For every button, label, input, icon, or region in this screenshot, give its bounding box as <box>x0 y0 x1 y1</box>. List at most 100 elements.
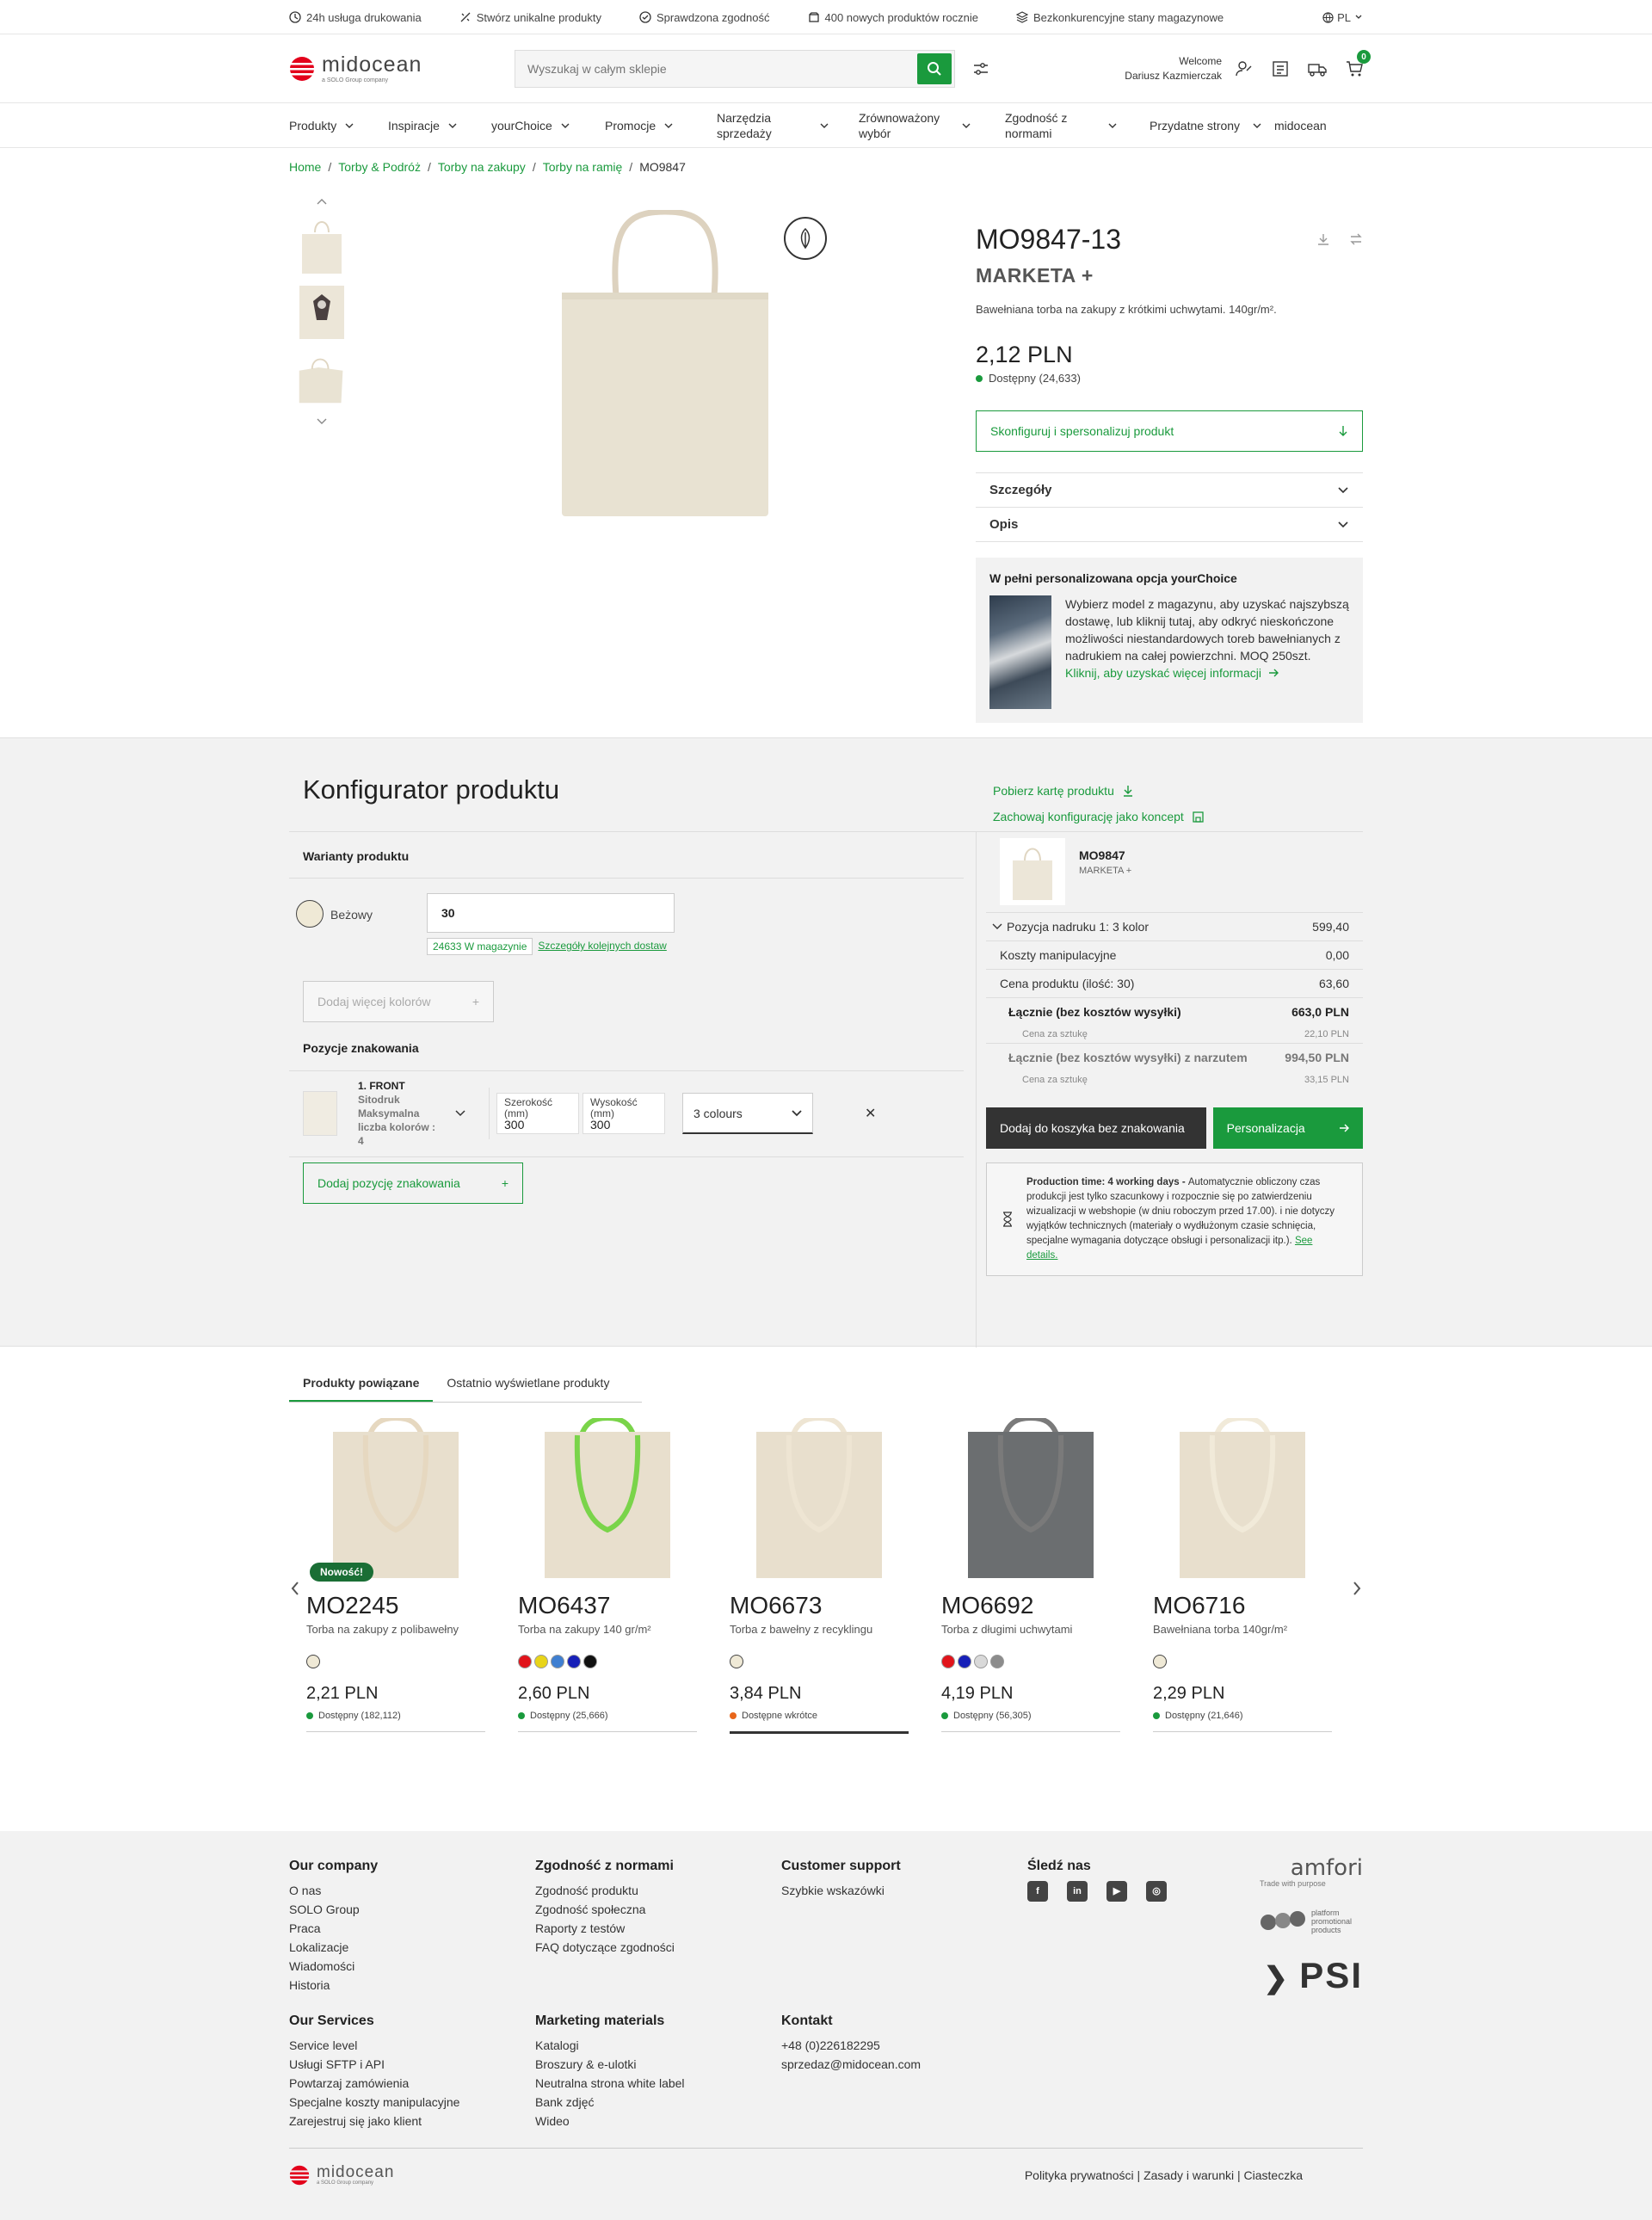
color-swatch[interactable] <box>296 900 324 928</box>
remove-position-button[interactable]: ✕ <box>865 1105 876 1122</box>
nav-item[interactable]: Zrównoważony wybór <box>859 110 1005 141</box>
footer-link[interactable]: Powtarzaj zamówienia <box>289 2074 459 2093</box>
product-card-image[interactable] <box>306 1418 485 1582</box>
footer-link[interactable]: Wiadomości <box>289 1957 378 1976</box>
product-card[interactable]: MO6437 Torba na zakupy 140 gr/m² 2,60 PLN D… <box>518 1418 697 1732</box>
linkedin-icon[interactable]: in <box>1067 1881 1088 1902</box>
product-main-image[interactable] <box>558 210 773 520</box>
search-input[interactable] <box>515 51 915 87</box>
footer-link[interactable]: Bank zdjęć <box>535 2093 685 2112</box>
add-to-cart-button[interactable]: Dodaj do koszyka bez znakowania <box>986 1107 1206 1149</box>
footer-link[interactable]: Specjalne koszty manipulacyjne <box>289 2093 459 2112</box>
user-icon[interactable] <box>1236 60 1253 77</box>
thumbnail[interactable] <box>296 282 348 342</box>
search-button[interactable] <box>917 53 952 84</box>
footer-link[interactable]: Praca <box>289 1919 378 1938</box>
breadcrumb-home[interactable]: Home <box>289 160 321 174</box>
compare-icon[interactable] <box>1349 232 1363 246</box>
accordion-details[interactable]: Szczegóły <box>976 473 1363 508</box>
carousel-next-button[interactable] <box>1351 1580 1363 1597</box>
footer-link[interactable]: +48 (0)226182295 <box>781 2036 921 2055</box>
product-card[interactable]: MO6692 Torba z długimi uchwytami 4,19 PLN D… <box>941 1418 1120 1732</box>
color-swatch[interactable] <box>567 1655 581 1668</box>
nav-item[interactable]: Promocje <box>605 118 717 133</box>
nav-item[interactable]: midocean <box>1274 118 1352 133</box>
save-concept-link[interactable]: Zachowaj konfigurację jako koncept <box>993 804 1204 829</box>
color-swatch[interactable] <box>958 1655 971 1668</box>
nav-item[interactable]: Inspiracje <box>388 118 491 133</box>
color-swatch[interactable] <box>730 1655 743 1668</box>
youtube-icon[interactable]: ▶ <box>1106 1881 1127 1902</box>
product-card-image[interactable] <box>730 1418 909 1582</box>
product-card[interactable]: Nowość! MO2245 Torba na zakupy z polibaweł… <box>306 1418 485 1732</box>
thumbnail[interactable] <box>296 349 348 410</box>
nav-item[interactable]: Narzędzia sprzedaży <box>717 110 859 141</box>
nav-item[interactable]: Przydatne strony <box>1150 118 1274 133</box>
filter-button[interactable] <box>972 60 989 77</box>
breadcrumb-bags[interactable]: Torby & Podróż <box>338 160 421 174</box>
chevron-down-icon[interactable] <box>454 1109 466 1118</box>
footer-link[interactable]: Zarejestruj się jako klient <box>289 2112 459 2131</box>
add-colors-button[interactable]: Dodaj więcej kolorów + <box>303 981 494 1022</box>
footer-link[interactable]: Lokalizacje <box>289 1938 378 1957</box>
legal-links[interactable]: Polityka prywatności | Zasady i warunki … <box>1025 2168 1303 2182</box>
height-field[interactable]: Wysokość (mm) 300 <box>583 1093 665 1134</box>
product-card-image[interactable] <box>941 1418 1120 1582</box>
footer-link[interactable]: Usługi SFTP i API <box>289 2055 459 2074</box>
footer-logo[interactable]: midocean a SOLO Group company <box>289 2164 394 2186</box>
personalize-button[interactable]: Personalizacja <box>1212 1107 1363 1149</box>
color-swatch[interactable] <box>551 1655 564 1668</box>
nav-item[interactable]: Produkty <box>289 118 388 133</box>
footer-link[interactable]: Zgodność społeczna <box>535 1900 675 1919</box>
footer-link[interactable]: SOLO Group <box>289 1900 378 1919</box>
tab-recently-viewed[interactable]: Ostatnio wyświetlane produkty <box>433 1376 623 1402</box>
thumbnail[interactable] <box>296 215 348 275</box>
chevron-up-icon[interactable] <box>289 198 354 215</box>
footer-link[interactable]: Szybkie wskazówki <box>781 1881 901 1900</box>
footer-link[interactable]: Neutralna strona white label <box>535 2074 685 2093</box>
nav-item[interactable]: yourChoice <box>491 118 605 133</box>
yourchoice-link[interactable]: Kliknij, aby uzyskać więcej informacji <box>1065 664 1349 681</box>
add-position-button[interactable]: Dodaj pozycję znakowania + <box>303 1162 523 1204</box>
footer-link[interactable]: FAQ dotyczące zgodności <box>535 1938 675 1957</box>
footer-link[interactable]: Broszury & e-ulotki <box>535 2055 685 2074</box>
product-card[interactable]: MO6673 Torba z bawełny z recyklingu 3,84 P… <box>730 1418 909 1734</box>
color-swatch[interactable] <box>583 1655 597 1668</box>
logo[interactable]: midocean a SOLO Group company <box>289 54 515 83</box>
product-card-image[interactable] <box>518 1418 697 1582</box>
download-icon[interactable] <box>1316 232 1330 246</box>
footer-link[interactable]: sprzedaz@midocean.com <box>781 2055 921 2074</box>
colours-select[interactable]: 3 colours <box>682 1093 813 1134</box>
delivery-details-link[interactable]: Szczegóły kolejnych dostaw <box>538 938 666 955</box>
color-swatch[interactable] <box>941 1655 955 1668</box>
truck-icon[interactable] <box>1308 60 1327 77</box>
configure-button[interactable]: Skonfiguruj i spersonalizuj produkt <box>976 410 1363 452</box>
color-swatch[interactable] <box>534 1655 548 1668</box>
color-swatch[interactable] <box>306 1655 320 1668</box>
quote-icon[interactable] <box>1272 60 1289 77</box>
chevron-down-icon[interactable] <box>289 416 354 434</box>
color-swatch[interactable] <box>1153 1655 1167 1668</box>
nav-item[interactable]: Zgodność z normami <box>1005 110 1150 141</box>
cart-button[interactable]: 0 <box>1346 50 1371 77</box>
carousel-prev-button[interactable] <box>289 1580 301 1597</box>
width-field[interactable]: Szerokość (mm) 300 <box>496 1093 579 1134</box>
footer-link[interactable]: Raporty z testów <box>535 1919 675 1938</box>
instagram-icon[interactable]: ◎ <box>1146 1881 1167 1902</box>
quantity-input[interactable]: 30 <box>427 893 675 933</box>
footer-link[interactable]: Zgodność produktu <box>535 1881 675 1900</box>
language-selector[interactable]: PL <box>1322 11 1363 24</box>
breadcrumb-shoulder-bags[interactable]: Torby na ramię <box>543 160 623 174</box>
summary-row-print[interactable]: Pozycja nadruku 1: 3 kolor 599,40 <box>986 912 1363 940</box>
download-sheet-link[interactable]: Pobierz kartę produktu <box>993 778 1204 804</box>
color-swatch[interactable] <box>974 1655 988 1668</box>
breadcrumb-shopping-bags[interactable]: Torby na zakupy <box>438 160 526 174</box>
footer-link[interactable]: Service level <box>289 2036 459 2055</box>
tab-related[interactable]: Produkty powiązane <box>289 1376 434 1402</box>
color-swatch[interactable] <box>990 1655 1004 1668</box>
product-card-image[interactable] <box>1153 1418 1332 1582</box>
footer-link[interactable]: Katalogi <box>535 2036 685 2055</box>
color-swatch[interactable] <box>518 1655 532 1668</box>
accordion-description[interactable]: Opis <box>976 508 1363 542</box>
footer-link[interactable]: O nas <box>289 1881 378 1900</box>
